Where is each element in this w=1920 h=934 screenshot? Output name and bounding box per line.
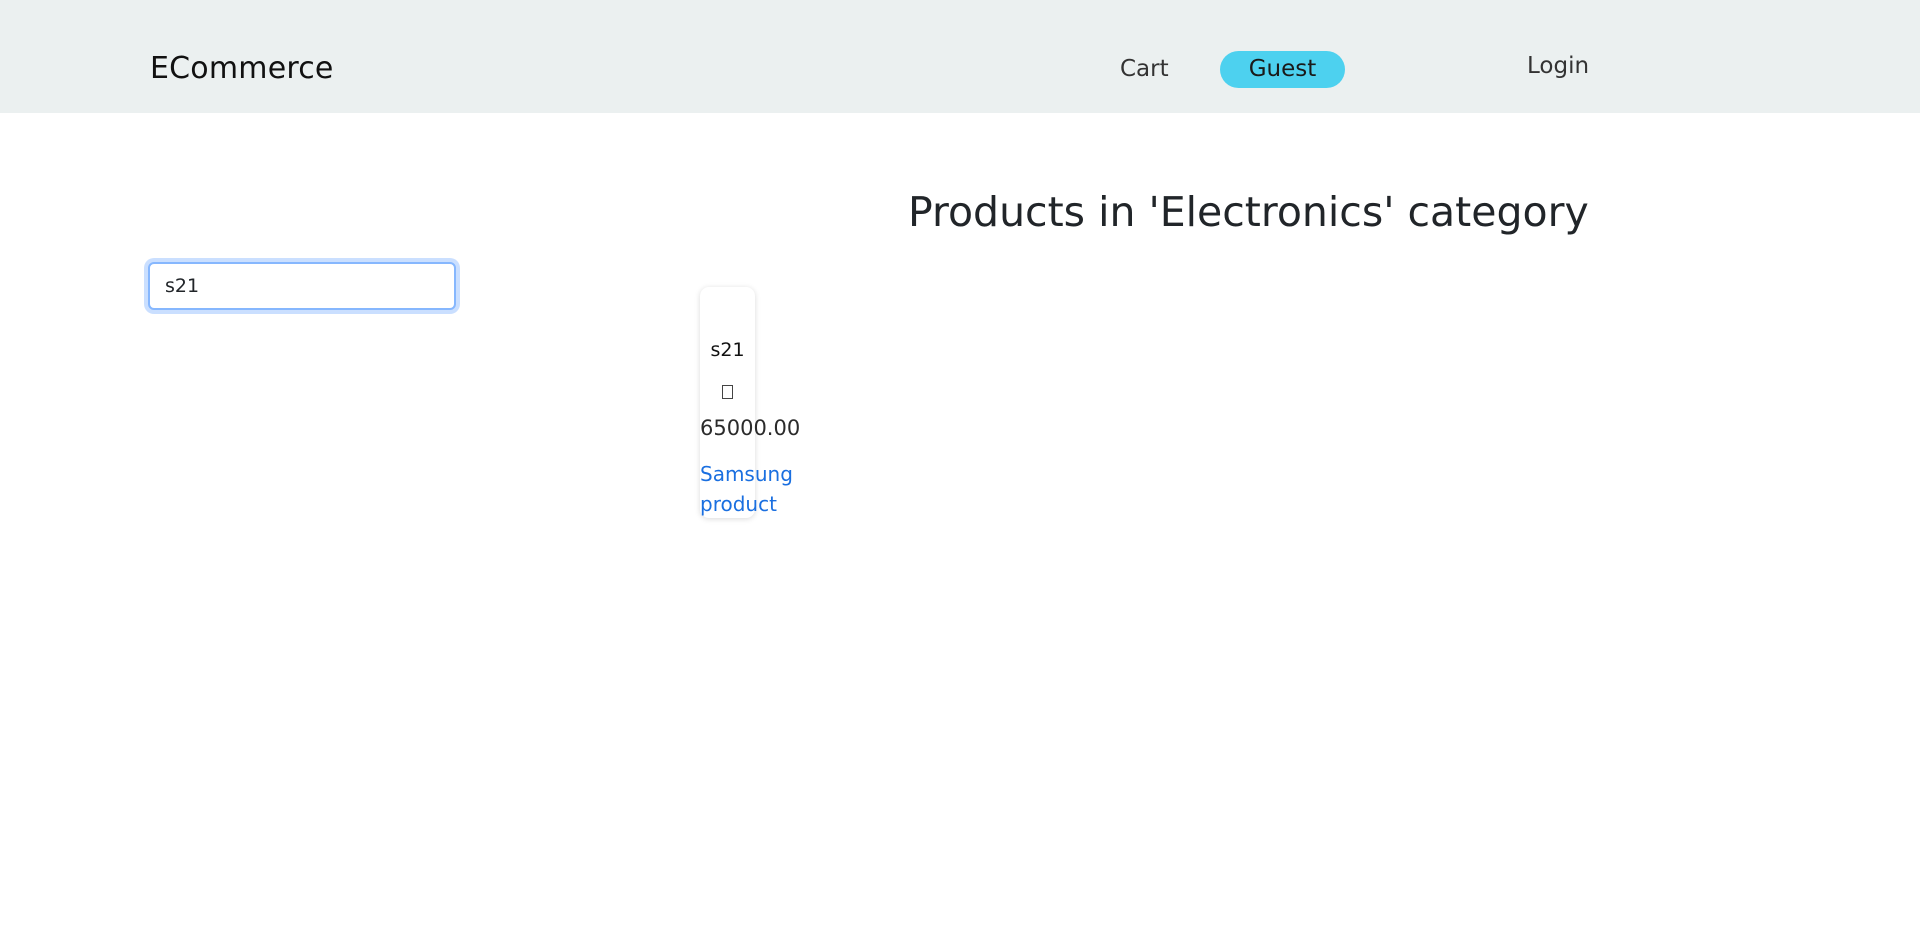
cart-link[interactable]: Cart <box>1120 52 1169 86</box>
product-card[interactable]: s21 65000.00 Samsung product <box>700 287 800 518</box>
login-link[interactable]: Login <box>1527 49 1589 83</box>
product-brand-link[interactable]: Samsung product <box>700 459 820 519</box>
navbar: ECommerce Cart Guest Login <box>0 0 1920 113</box>
currency-icon <box>722 385 733 399</box>
user-badge[interactable]: Guest <box>1220 51 1345 88</box>
search-input[interactable] <box>148 262 456 310</box>
brand-logo[interactable]: ECommerce <box>150 50 334 88</box>
product-price: 65000.00 <box>700 416 801 440</box>
page-title: Products in 'Electronics' category <box>908 188 1589 236</box>
product-name: s21 <box>710 339 745 361</box>
